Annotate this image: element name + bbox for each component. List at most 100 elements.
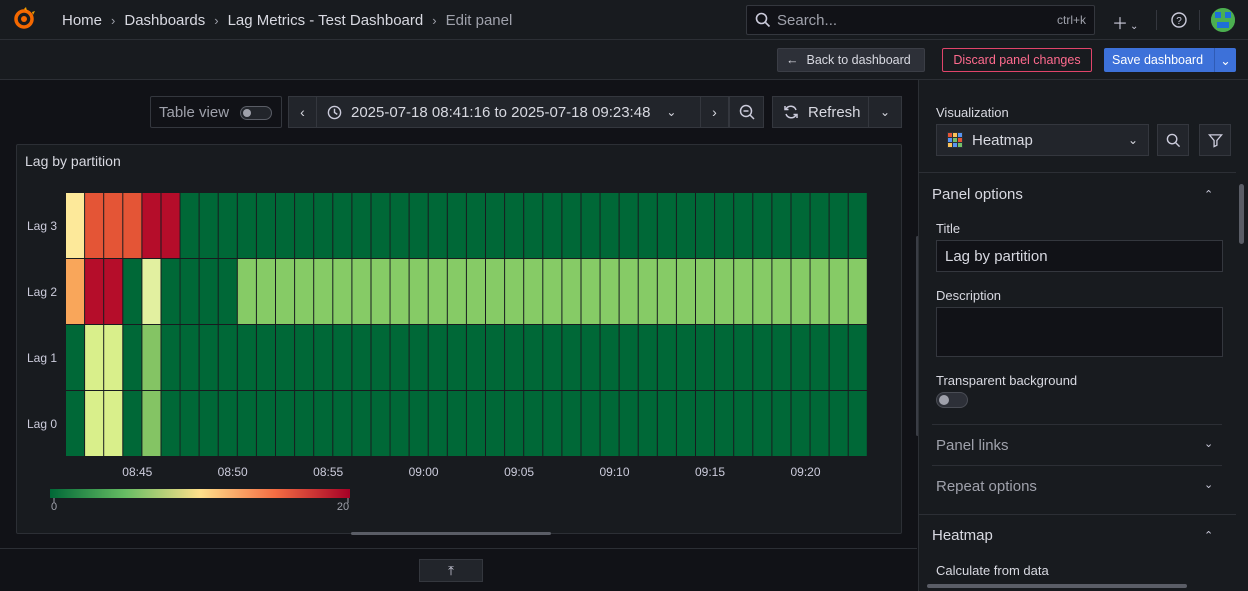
help-icon[interactable]: ? — [1171, 12, 1187, 28]
heatmap-cell — [123, 259, 142, 324]
table-view-switch[interactable] — [240, 106, 272, 120]
heatmap-cell — [505, 259, 524, 324]
breadcrumb-dashboards[interactable]: Dashboards — [124, 12, 205, 29]
heatmap-cell — [276, 325, 295, 390]
heatmap-cell — [505, 391, 524, 456]
visualization-picker[interactable]: Heatmap ⌄ — [936, 124, 1149, 156]
chevron-down-icon[interactable]: ⌄ — [1204, 437, 1213, 450]
search-input[interactable]: Search... ctrl+k — [746, 5, 1095, 35]
heatmap-cell — [66, 325, 85, 390]
heatmap-cell — [142, 325, 161, 390]
time-range-picker[interactable]: 2025-07-18 08:41:16 to 2025-07-18 09:23:… — [316, 96, 701, 128]
heatmap-cell — [600, 193, 619, 258]
repeat-options-header[interactable]: Repeat options — [936, 478, 1037, 495]
refresh-label: Refresh — [808, 103, 861, 121]
table-view-toggle[interactable]: Table view — [150, 96, 282, 128]
heatmap-cell — [657, 391, 676, 456]
heatmap-cell — [447, 259, 466, 324]
heatmap-cell — [352, 325, 371, 390]
options-horizontal-scrollbar[interactable] — [927, 584, 1187, 588]
heatmap-cell — [581, 193, 600, 258]
heatmap-cell — [619, 391, 638, 456]
heatmap-cell — [619, 325, 638, 390]
heatmap-cell — [199, 259, 218, 324]
heatmap-cell — [333, 391, 352, 456]
heatmap-cell — [352, 193, 371, 258]
color-scale-bar — [50, 489, 350, 498]
search-icon — [1166, 133, 1180, 147]
divider — [919, 514, 1236, 515]
chevron-up-icon[interactable]: ⌃ — [1204, 529, 1213, 542]
heatmap-cell — [295, 193, 314, 258]
transparent-background-switch[interactable] — [936, 392, 968, 408]
heatmap-cell — [696, 391, 715, 456]
heatmap-options-header[interactable]: Heatmap — [932, 527, 993, 544]
visualization-label: Visualization — [936, 105, 1009, 120]
breadcrumb-home[interactable]: Home — [62, 12, 102, 29]
avatar[interactable] — [1211, 8, 1235, 32]
heatmap-cell — [199, 325, 218, 390]
x-tick-label: 09:00 — [409, 465, 439, 479]
refresh-interval-dropdown[interactable]: ⌄ — [868, 96, 902, 128]
heatmap-cell — [409, 325, 428, 390]
heatmap-cell — [657, 325, 676, 390]
grafana-logo-icon[interactable] — [12, 7, 36, 31]
heatmap-cell — [466, 193, 485, 258]
panel-horizontal-scrollbar[interactable] — [351, 532, 551, 535]
search-shortcut: ctrl+k — [1056, 13, 1086, 27]
y-tick-label: Lag 0 — [27, 417, 57, 431]
refresh-button[interactable]: Refresh — [772, 96, 869, 128]
heatmap-cell — [428, 193, 447, 258]
back-label: Back to dashboard — [806, 53, 911, 67]
add-icon[interactable]: ＋ ⌄ — [1112, 10, 1138, 34]
zoom-out-button[interactable] — [729, 96, 764, 128]
discard-panel-changes-button[interactable]: Discard panel changes — [942, 48, 1092, 72]
save-dropdown-button[interactable]: ⌄ — [1214, 48, 1236, 72]
heatmap-cell — [676, 259, 695, 324]
save-dashboard-button[interactable]: Save dashboard — [1104, 48, 1214, 72]
heatmap-cell — [581, 391, 600, 456]
back-to-dashboard-button[interactable]: ← Back to dashboard — [777, 48, 925, 72]
heatmap-cell — [314, 391, 333, 456]
breadcrumb-dashboard[interactable]: Lag Metrics - Test Dashboard — [228, 12, 424, 29]
heatmap-cell — [295, 259, 314, 324]
heatmap-cell — [810, 259, 829, 324]
heatmap-cell — [562, 391, 581, 456]
filter-options-button[interactable] — [1199, 124, 1231, 156]
heatmap-cell — [466, 391, 485, 456]
heatmap-cell — [199, 193, 218, 258]
calculate-from-data-label: Calculate from data — [936, 563, 1049, 578]
heatmap-cell — [85, 193, 104, 258]
panel-options-header[interactable]: Panel options — [932, 186, 1023, 203]
color-scale-min-label: 0 — [51, 501, 57, 513]
heatmap-cell — [600, 391, 619, 456]
time-back-button[interactable]: ‹ — [288, 96, 317, 128]
heatmap-cell — [333, 325, 352, 390]
heatmap-cell — [276, 259, 295, 324]
heatmap-cell — [142, 259, 161, 324]
heatmap-cell — [524, 391, 543, 456]
heatmap-cell — [218, 259, 237, 324]
heatmap-cell — [581, 259, 600, 324]
heatmap-cell — [218, 391, 237, 456]
chevron-down-icon: ⌄ — [1220, 53, 1231, 68]
heatmap-cell — [256, 193, 275, 258]
chevron-up-icon[interactable]: ⌃ — [1204, 188, 1213, 201]
heatmap-cell — [715, 325, 734, 390]
chevron-down-icon[interactable]: ⌄ — [1204, 478, 1213, 491]
heatmap-cell — [524, 259, 543, 324]
panel-links-header[interactable]: Panel links — [936, 437, 1009, 454]
title-input[interactable]: Lag by partition — [936, 240, 1223, 272]
heatmap-cell — [409, 391, 428, 456]
expand-query-pane-button[interactable]: ⤒ — [419, 559, 483, 582]
heatmap-cell — [85, 325, 104, 390]
heatmap-cell — [619, 193, 638, 258]
options-vertical-scrollbar[interactable] — [1239, 184, 1244, 244]
search-options-button[interactable] — [1157, 124, 1189, 156]
heatmap-cell — [352, 259, 371, 324]
time-forward-button[interactable]: › — [700, 96, 729, 128]
description-textarea[interactable] — [936, 307, 1223, 357]
time-range-label: 2025-07-18 08:41:16 to 2025-07-18 09:23:… — [351, 103, 651, 121]
heatmap-cell — [161, 325, 180, 390]
heatmap-cell — [314, 259, 333, 324]
